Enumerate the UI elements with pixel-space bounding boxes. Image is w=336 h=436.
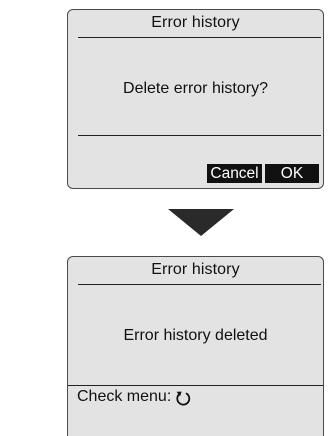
button-divider	[78, 135, 321, 137]
title-divider	[78, 37, 321, 39]
ok-button[interactable]: OK	[265, 164, 319, 183]
confirm-message: Delete error history?	[123, 80, 268, 97]
return-icon[interactable]	[175, 389, 191, 406]
check-menu-hint: Check menu:	[77, 388, 191, 406]
screen-title: Error history	[151, 261, 240, 278]
button-bar: Cancel OK	[207, 164, 319, 183]
footer-divider	[68, 385, 323, 387]
title-divider	[78, 284, 321, 286]
check-menu-label: Check menu:	[77, 388, 172, 405]
screen-title: Error history	[151, 14, 240, 31]
delete-confirm-screen: Error history Delete error history? Canc…	[67, 9, 324, 189]
down-arrow-icon	[168, 209, 234, 236]
deleted-result-screen: Error history Error history deleted Chec…	[67, 256, 324, 436]
cancel-button[interactable]: Cancel	[207, 164, 262, 183]
result-message: Error history deleted	[123, 327, 268, 344]
